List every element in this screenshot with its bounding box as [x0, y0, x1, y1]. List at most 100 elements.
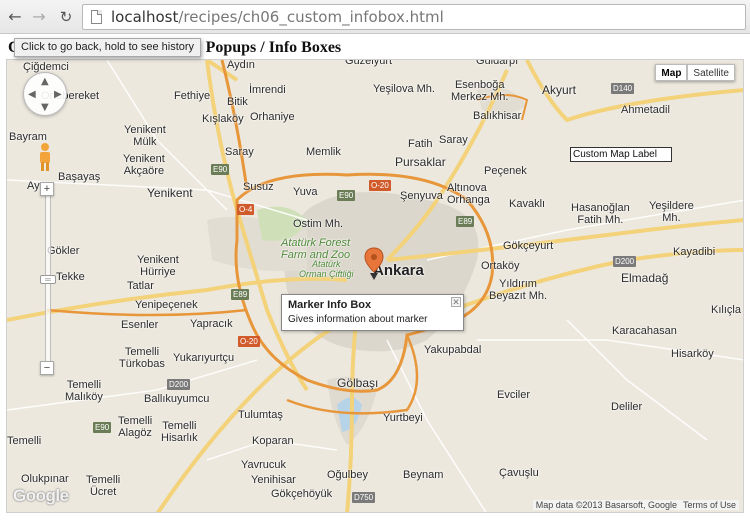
- road-shield: O-4: [237, 204, 255, 215]
- place-label: Temelli Ücret: [86, 474, 121, 499]
- road-shield: D750: [352, 492, 376, 503]
- place-label: Ostim Mh.: [293, 218, 344, 230]
- place-label: Peçenek: [484, 165, 527, 177]
- page-title-end: Popups / Info Boxes: [205, 39, 342, 56]
- marker-info-box: Marker Info Box Gives information about …: [281, 294, 464, 331]
- map-type-map-button[interactable]: Map: [655, 64, 688, 81]
- place-label: Fatih: [408, 138, 433, 150]
- place-label: Atatürk Forest Farm and Zoo: [281, 237, 351, 262]
- place-label: Susuz: [243, 181, 274, 193]
- forward-arrow-icon[interactable]: →: [28, 6, 50, 28]
- place-label: Güzelyurt: [345, 59, 393, 67]
- place-label: Hasanoğlan Fatih Mh.: [571, 202, 630, 227]
- road-shield: O-20: [369, 180, 391, 191]
- place-label: Kılıçla: [711, 304, 741, 316]
- place-label: Saray: [225, 146, 254, 158]
- map-type-satellite-button[interactable]: Satellite: [687, 64, 735, 81]
- back-arrow-icon[interactable]: ←: [4, 6, 26, 28]
- pan-left-icon[interactable]: ◀: [28, 89, 36, 100]
- place-label: Yenikent: [147, 186, 193, 200]
- road-shield: D200: [613, 256, 637, 267]
- road-shield: E89: [456, 216, 475, 227]
- road-shield: D140: [611, 83, 635, 94]
- place-label: Esenler: [121, 319, 159, 331]
- place-label: Esenboğa Merkez Mh.: [451, 79, 509, 104]
- google-logo[interactable]: Google: [13, 486, 69, 506]
- place-label: Balıkhisar: [473, 110, 522, 122]
- map-canvas[interactable]: Çiğdemci Aydın Güzelyurt Güldarpı Ortabe…: [6, 59, 744, 513]
- zoom-slider-handle[interactable]: ═: [40, 275, 56, 284]
- place-label: Temelli Türkobas: [119, 346, 165, 371]
- url-host: localhost: [111, 8, 179, 26]
- map-type-control: Map Satellite: [655, 64, 735, 81]
- place-label: Yenikent Mülk: [124, 124, 166, 149]
- place-label: Yenikent Hürriye: [137, 254, 179, 279]
- place-label: Yenipeçenek: [135, 299, 198, 311]
- map-attribution: Map data ©2013 Basarsoft, Google Terms of…: [532, 500, 739, 510]
- road-shield: E90: [337, 190, 356, 201]
- place-label: Beynam: [403, 469, 444, 481]
- place-label: Koparan: [252, 435, 294, 447]
- pegman-icon[interactable]: [37, 142, 53, 172]
- place-label: Başayaş: [58, 171, 101, 183]
- place-label: Kavaklı: [509, 198, 546, 210]
- info-box-title: Marker Info Box: [288, 299, 372, 311]
- place-label: Hisarköy: [671, 348, 714, 360]
- place-label: Ahmetadil: [621, 104, 670, 116]
- place-label: Saray: [439, 134, 468, 146]
- place-label: Elmadağ: [621, 271, 669, 285]
- place-label: Yurtbeyi: [383, 412, 423, 424]
- browser-toolbar: ← → ↻ localhost/recipes/ch06_custom_info…: [0, 0, 750, 34]
- pan-down-icon[interactable]: ▼: [41, 102, 49, 113]
- place-label: Yukarıyurtçu: [173, 352, 235, 364]
- place-label: Ballıkuyumcu: [144, 393, 210, 405]
- map-marker-icon[interactable]: [363, 247, 385, 281]
- pan-up-icon[interactable]: ▲: [41, 76, 49, 87]
- place-label: Yavrucuk: [241, 459, 287, 471]
- place-label: Temelli Hisarlık: [161, 420, 198, 445]
- place-label: Gökler: [47, 245, 80, 257]
- place-label: Tatlar: [127, 280, 154, 292]
- place-label: Yeşilova Mh.: [373, 83, 435, 95]
- place-label: Evciler: [497, 389, 531, 401]
- place-label: Atatürk Orman Çiftliği: [299, 259, 354, 279]
- road-shield: E89: [231, 289, 250, 300]
- road-shield: O-20: [238, 336, 260, 347]
- place-label: Gökçeyurt: [503, 240, 554, 252]
- info-box-text: Gives information about marker: [288, 314, 428, 325]
- url-text[interactable]: localhost/recipes/ch06_custom_infobox.ht…: [111, 8, 444, 26]
- close-icon[interactable]: ✕: [451, 297, 461, 307]
- place-label: Oğulbey: [327, 469, 368, 481]
- place-label: Temelli Malıköy: [65, 379, 103, 404]
- place-label: Ortaköy: [481, 260, 520, 272]
- pan-right-icon[interactable]: ▶: [54, 89, 62, 100]
- place-label: Deliler: [611, 401, 643, 413]
- reload-icon[interactable]: ↻: [55, 6, 77, 28]
- address-bar[interactable]: localhost/recipes/ch06_custom_infobox.ht…: [82, 4, 746, 30]
- place-label: Yenihisar: [251, 474, 296, 486]
- place-label: Bitik: [227, 96, 248, 108]
- place-label: Orhaniye: [250, 111, 295, 123]
- place-label: Olukpınar: [21, 473, 69, 485]
- back-button-tooltip: Click to go back, hold to see history: [14, 38, 202, 57]
- place-label: Yeşildere Mh.: [649, 200, 694, 225]
- place-label: Karacahasan: [612, 325, 677, 337]
- pan-control[interactable]: ▲ ▼ ◀ ▶: [23, 72, 67, 116]
- place-label: İmrendi: [249, 84, 286, 96]
- place-label: Aydın: [227, 59, 255, 71]
- terms-of-use-link[interactable]: Terms of Use: [683, 500, 736, 510]
- place-label: Gökçehöyük: [271, 488, 333, 500]
- road-shield: E90: [93, 422, 112, 433]
- map-base-layer: [7, 60, 743, 512]
- place-label: Fethiye: [174, 90, 211, 102]
- place-label: Temelli: [7, 435, 42, 447]
- place-label: Altınova Orhanga: [447, 182, 490, 207]
- zoom-out-button[interactable]: −: [40, 361, 54, 375]
- place-label: Gölbaşı: [337, 376, 379, 390]
- place-label: Yıldırım Beyazıt Mh.: [489, 278, 548, 303]
- page-icon: [91, 10, 102, 24]
- zoom-in-button[interactable]: +: [40, 182, 54, 196]
- place-label: Tulumtaş: [238, 409, 283, 421]
- place-label: Yenikent Akçaöre: [123, 153, 165, 178]
- place-label: Kışlaköy: [202, 113, 244, 125]
